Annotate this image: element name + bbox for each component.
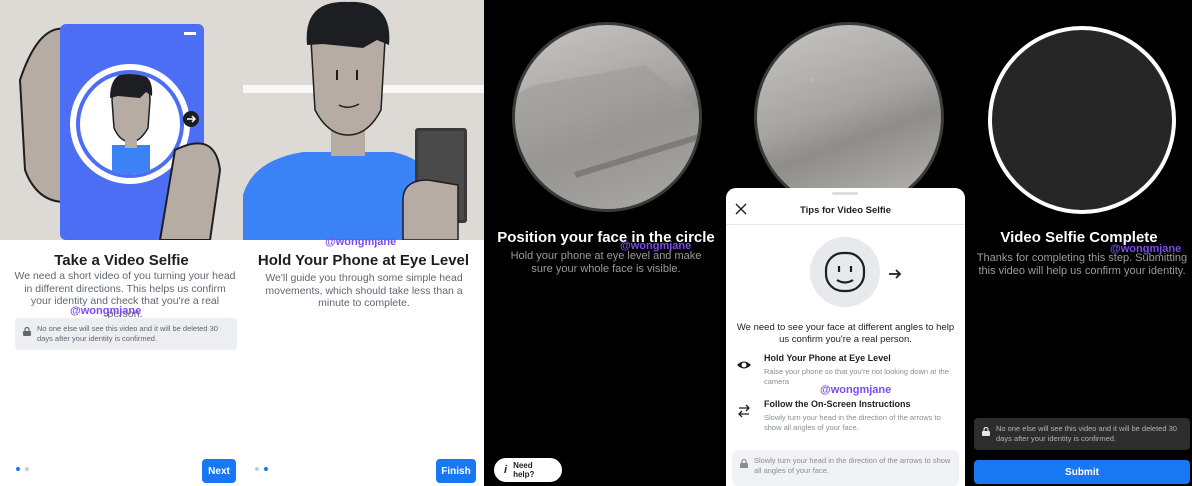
page-dot	[25, 467, 29, 471]
camera-preview-circle	[754, 22, 944, 212]
phone-selfie-illustration	[0, 0, 243, 240]
page-dot	[255, 467, 259, 471]
divider	[726, 224, 965, 225]
eye-icon	[737, 361, 751, 369]
screen-take-video-selfie: Take a Video Selfie We need a short vide…	[0, 0, 243, 486]
tip-title: Follow the On-Screen Instructions	[764, 399, 911, 409]
lock-icon	[740, 459, 748, 468]
page-dot-active	[264, 467, 268, 471]
page-dot-active	[16, 467, 20, 471]
tip-description: Slowly turn your head in the direction o…	[764, 413, 941, 432]
person-holding-phone-illustration	[243, 0, 484, 240]
sheet-drag-handle[interactable]	[832, 192, 858, 195]
screen-video-selfie-complete: Video Selfie Complete @wongmjane Thanks …	[966, 0, 1192, 486]
submit-button[interactable]: Submit	[974, 460, 1190, 484]
watermark: @wongmjane	[70, 305, 142, 317]
page-indicator	[16, 467, 29, 471]
finish-button[interactable]: Finish	[436, 459, 476, 483]
lock-icon	[982, 427, 990, 436]
description-text: Thanks for completing this step. Submitt…	[976, 252, 1188, 277]
next-button[interactable]: Next	[202, 459, 236, 483]
screen-position-face: Position your face in the circle @wongmj…	[484, 0, 728, 486]
footer-text: Slowly turn your head in the direction o…	[754, 456, 951, 475]
watermark: @wongmjane	[820, 384, 892, 396]
tips-intro-text: We need to see your face at different an…	[736, 322, 955, 345]
page-title: Take a Video Selfie	[54, 252, 189, 269]
tips-bottom-sheet: Tips for Video Selfie We need to see you…	[726, 188, 965, 486]
page-title: Position your face in the circle	[497, 229, 715, 246]
lock-icon	[23, 327, 31, 336]
watermark: @wongmjane	[325, 236, 397, 248]
description-text: Hold your phone at eye level and make su…	[510, 250, 702, 275]
page-indicator	[255, 467, 268, 471]
info-icon: i	[504, 464, 508, 476]
need-help-button[interactable]: i Need help?	[494, 458, 562, 482]
description-text: We'll guide you through some simple head…	[265, 272, 463, 309]
completed-video-circle	[988, 26, 1176, 214]
page-title: Hold Your Phone at Eye Level	[257, 252, 470, 269]
privacy-notice: No one else will see this video and it w…	[974, 418, 1190, 450]
sheet-title: Tips for Video Selfie	[800, 205, 891, 216]
tip-title: Hold Your Phone at Eye Level	[764, 353, 891, 363]
camera-preview-circle	[512, 22, 702, 212]
sheet-footer-notice: Slowly turn your head in the direction o…	[732, 450, 959, 486]
illustration-phone-selfie	[0, 0, 243, 240]
smiley-face-icon	[824, 251, 866, 293]
swap-arrows-icon	[738, 404, 750, 418]
privacy-text: No one else will see this video and it w…	[996, 424, 1177, 443]
need-help-label: Need help?	[513, 461, 535, 479]
privacy-notice: No one else will see this video and it w…	[15, 318, 237, 350]
screen-hold-phone-eye-level: @wongmjane Hold Your Phone at Eye Level …	[243, 0, 484, 486]
face-illustration	[810, 237, 880, 307]
camera-feed	[515, 65, 699, 209]
arrow-right-icon	[889, 269, 902, 279]
privacy-text: No one else will see this video and it w…	[37, 324, 218, 343]
illustration-person-phone	[243, 0, 484, 240]
